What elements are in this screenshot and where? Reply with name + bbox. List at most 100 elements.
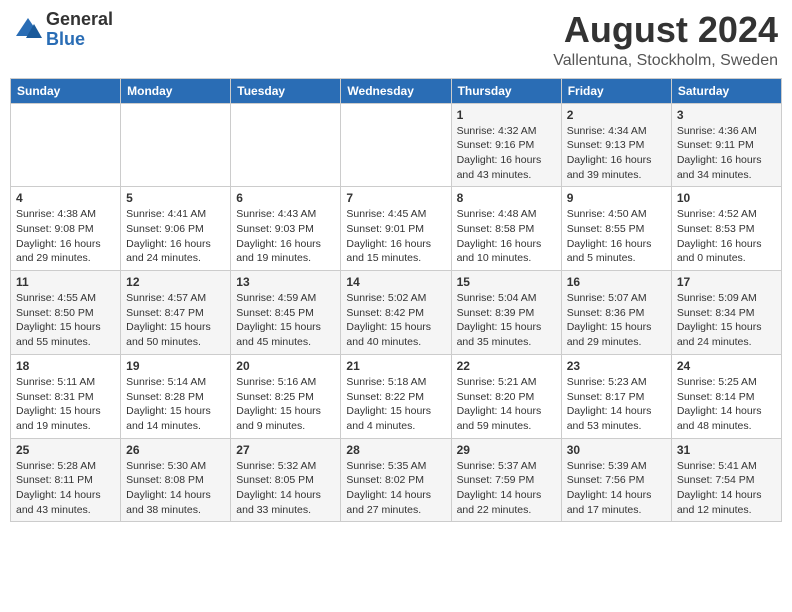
weekday-header-thursday: Thursday bbox=[451, 78, 561, 103]
calendar-cell: 29 Sunrise: 5:37 AM Sunset: 7:59 PM Dayli… bbox=[451, 438, 561, 522]
logo-icon bbox=[14, 16, 42, 44]
day-number: 12 bbox=[126, 275, 225, 289]
day-number: 4 bbox=[16, 191, 115, 205]
day-number: 15 bbox=[457, 275, 556, 289]
day-number: 26 bbox=[126, 443, 225, 457]
day-info: Sunrise: 4:36 AM Sunset: 9:11 PM Dayligh… bbox=[677, 124, 776, 183]
day-number: 16 bbox=[567, 275, 666, 289]
calendar-cell bbox=[11, 103, 121, 187]
day-number: 25 bbox=[16, 443, 115, 457]
calendar-cell bbox=[231, 103, 341, 187]
calendar-cell: 2 Sunrise: 4:34 AM Sunset: 9:13 PM Daylig… bbox=[561, 103, 671, 187]
day-info: Sunrise: 5:07 AM Sunset: 8:36 PM Dayligh… bbox=[567, 291, 666, 350]
day-info: Sunrise: 5:37 AM Sunset: 7:59 PM Dayligh… bbox=[457, 459, 556, 518]
day-info: Sunrise: 5:39 AM Sunset: 7:56 PM Dayligh… bbox=[567, 459, 666, 518]
calendar-cell: 21Sunrise: 5:18 AM Sunset: 8:22 PM Dayli… bbox=[341, 354, 451, 438]
week-row-1: 1Sunrise: 4:32 AM Sunset: 9:16 PM Daylig… bbox=[11, 103, 782, 187]
day-number: 28 bbox=[346, 443, 445, 457]
calendar-cell: 18 Sunrise: 5:11 AM Sunset: 8:31 PM Dayli… bbox=[11, 354, 121, 438]
calendar-cell: 3 Sunrise: 4:36 AM Sunset: 9:11 PM Daylig… bbox=[671, 103, 781, 187]
calendar-cell: 27Sunrise: 5:32 AM Sunset: 8:05 PM Dayli… bbox=[231, 438, 341, 522]
week-row-2: 4 Sunrise: 4:38 AM Sunset: 9:08 PM Daylig… bbox=[11, 187, 782, 271]
location: Vallentuna, Stockholm, Sweden bbox=[553, 52, 778, 70]
week-row-3: 11 Sunrise: 4:55 AM Sunset: 8:50 PM Dayli… bbox=[11, 271, 782, 355]
day-number: 2 bbox=[567, 108, 666, 122]
week-row-4: 18 Sunrise: 5:11 AM Sunset: 8:31 PM Dayli… bbox=[11, 354, 782, 438]
day-info: Sunrise: 5:04 AM Sunset: 8:39 PM Dayligh… bbox=[457, 291, 556, 350]
day-info: Sunrise: 5:41 AM Sunset: 7:54 PM Dayligh… bbox=[677, 459, 776, 518]
day-number: 10 bbox=[677, 191, 776, 205]
calendar-cell: 16 Sunrise: 5:07 AM Sunset: 8:36 PM Dayli… bbox=[561, 271, 671, 355]
calendar-cell bbox=[341, 103, 451, 187]
day-info: Sunrise: 5:23 AM Sunset: 8:17 PM Dayligh… bbox=[567, 375, 666, 434]
day-info: Sunrise: 5:25 AM Sunset: 8:14 PM Dayligh… bbox=[677, 375, 776, 434]
day-number: 13 bbox=[236, 275, 335, 289]
day-info: Sunrise: 5:21 AM Sunset: 8:20 PM Dayligh… bbox=[457, 375, 556, 434]
calendar-cell: 15 Sunrise: 5:04 AM Sunset: 8:39 PM Dayli… bbox=[451, 271, 561, 355]
day-info: Sunrise: 5:18 AM Sunset: 8:22 PM Dayligh… bbox=[346, 375, 445, 434]
day-number: 18 bbox=[16, 359, 115, 373]
logo-blue: Blue bbox=[46, 29, 85, 49]
weekday-header-wednesday: Wednesday bbox=[341, 78, 451, 103]
day-number: 19 bbox=[126, 359, 225, 373]
weekday-header-friday: Friday bbox=[561, 78, 671, 103]
weekday-header-saturday: Saturday bbox=[671, 78, 781, 103]
calendar-cell: 5 Sunrise: 4:41 AM Sunset: 9:06 PM Daylig… bbox=[121, 187, 231, 271]
logo-general: General bbox=[46, 9, 113, 29]
calendar-cell: 31 Sunrise: 5:41 AM Sunset: 7:54 PM Dayli… bbox=[671, 438, 781, 522]
calendar-cell: 11 Sunrise: 4:55 AM Sunset: 8:50 PM Dayli… bbox=[11, 271, 121, 355]
day-info: Sunrise: 4:57 AM Sunset: 8:47 PM Dayligh… bbox=[126, 291, 225, 350]
calendar-cell: 20 Sunrise: 5:16 AM Sunset: 8:25 PM Dayli… bbox=[231, 354, 341, 438]
calendar-cell bbox=[121, 103, 231, 187]
day-info: Sunrise: 5:28 AM Sunset: 8:11 PM Dayligh… bbox=[16, 459, 115, 518]
day-number: 24 bbox=[677, 359, 776, 373]
day-number: 31 bbox=[677, 443, 776, 457]
day-info: Sunrise: 4:34 AM Sunset: 9:13 PM Dayligh… bbox=[567, 124, 666, 183]
day-info: Sunrise: 4:55 AM Sunset: 8:50 PM Dayligh… bbox=[16, 291, 115, 350]
day-number: 17 bbox=[677, 275, 776, 289]
calendar-cell: 24 Sunrise: 5:25 AM Sunset: 8:14 PM Dayli… bbox=[671, 354, 781, 438]
calendar-cell: 8Sunrise: 4:48 AM Sunset: 8:58 PM Daylig… bbox=[451, 187, 561, 271]
page-header: General Blue August 2024 Vallentuna, Sto… bbox=[10, 10, 782, 70]
day-number: 11 bbox=[16, 275, 115, 289]
calendar-cell: 30 Sunrise: 5:39 AM Sunset: 7:56 PM Dayli… bbox=[561, 438, 671, 522]
day-info: Sunrise: 4:38 AM Sunset: 9:08 PM Dayligh… bbox=[16, 207, 115, 266]
weekday-header-tuesday: Tuesday bbox=[231, 78, 341, 103]
calendar-cell: 13Sunrise: 4:59 AM Sunset: 8:45 PM Dayli… bbox=[231, 271, 341, 355]
day-number: 5 bbox=[126, 191, 225, 205]
calendar-cell: 10 Sunrise: 4:52 AM Sunset: 8:53 PM Dayli… bbox=[671, 187, 781, 271]
day-number: 8 bbox=[457, 191, 556, 205]
day-number: 20 bbox=[236, 359, 335, 373]
day-number: 9 bbox=[567, 191, 666, 205]
month-year: August 2024 bbox=[553, 10, 778, 50]
day-info: Sunrise: 5:09 AM Sunset: 8:34 PM Dayligh… bbox=[677, 291, 776, 350]
day-number: 23 bbox=[567, 359, 666, 373]
day-number: 1 bbox=[457, 108, 556, 122]
day-info: Sunrise: 4:45 AM Sunset: 9:01 PM Dayligh… bbox=[346, 207, 445, 266]
day-info: Sunrise: 5:11 AM Sunset: 8:31 PM Dayligh… bbox=[16, 375, 115, 434]
calendar-cell: 12 Sunrise: 4:57 AM Sunset: 8:47 PM Dayli… bbox=[121, 271, 231, 355]
day-number: 6 bbox=[236, 191, 335, 205]
calendar-cell: 28 Sunrise: 5:35 AM Sunset: 8:02 PM Dayli… bbox=[341, 438, 451, 522]
day-number: 30 bbox=[567, 443, 666, 457]
calendar-cell: 26 Sunrise: 5:30 AM Sunset: 8:08 PM Dayli… bbox=[121, 438, 231, 522]
calendar-cell: 19Sunrise: 5:14 AM Sunset: 8:28 PM Dayli… bbox=[121, 354, 231, 438]
day-number: 27 bbox=[236, 443, 335, 457]
day-info: Sunrise: 4:52 AM Sunset: 8:53 PM Dayligh… bbox=[677, 207, 776, 266]
day-info: Sunrise: 5:16 AM Sunset: 8:25 PM Dayligh… bbox=[236, 375, 335, 434]
day-number: 22 bbox=[457, 359, 556, 373]
day-info: Sunrise: 5:35 AM Sunset: 8:02 PM Dayligh… bbox=[346, 459, 445, 518]
day-info: Sunrise: 4:41 AM Sunset: 9:06 PM Dayligh… bbox=[126, 207, 225, 266]
day-number: 3 bbox=[677, 108, 776, 122]
day-number: 7 bbox=[346, 191, 445, 205]
day-number: 29 bbox=[457, 443, 556, 457]
calendar-cell: 6Sunrise: 4:43 AM Sunset: 9:03 PM Daylig… bbox=[231, 187, 341, 271]
day-info: Sunrise: 5:30 AM Sunset: 8:08 PM Dayligh… bbox=[126, 459, 225, 518]
calendar-cell: 17 Sunrise: 5:09 AM Sunset: 8:34 PM Dayli… bbox=[671, 271, 781, 355]
day-number: 14 bbox=[346, 275, 445, 289]
title-block: August 2024 Vallentuna, Stockholm, Swede… bbox=[553, 10, 778, 70]
logo-text: General Blue bbox=[46, 10, 113, 50]
calendar-cell: 14Sunrise: 5:02 AM Sunset: 8:42 PM Dayli… bbox=[341, 271, 451, 355]
day-info: Sunrise: 4:50 AM Sunset: 8:55 PM Dayligh… bbox=[567, 207, 666, 266]
weekday-header-monday: Monday bbox=[121, 78, 231, 103]
